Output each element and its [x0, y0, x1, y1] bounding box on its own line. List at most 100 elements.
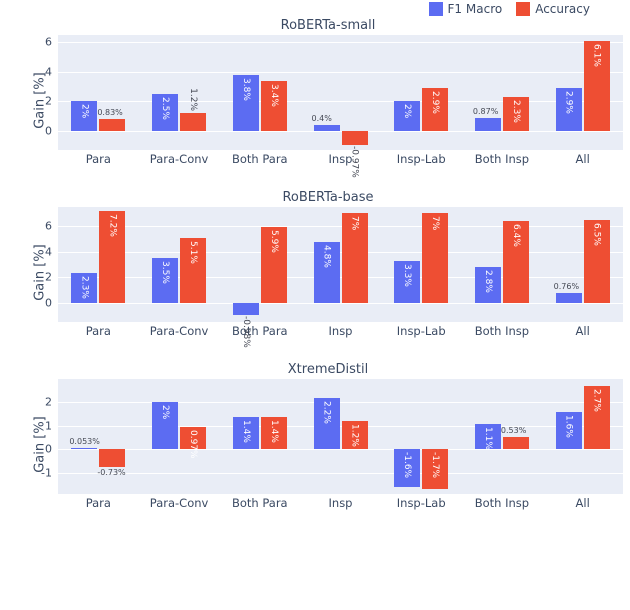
bar-label: 3.8%	[241, 78, 251, 101]
bar-label: -0.97%	[350, 146, 360, 178]
legend-item-f1: F1 Macro	[429, 2, 503, 16]
bar-label: 2.9%	[430, 91, 440, 114]
y-tick: 6	[45, 220, 52, 233]
y-tick: 2	[45, 271, 52, 284]
y-tick: -1	[41, 466, 52, 479]
bar	[180, 113, 206, 131]
legend-swatch-acc	[516, 2, 530, 16]
y-tick: 0	[45, 443, 52, 456]
bar-label: 3.3%	[402, 264, 412, 287]
bar-label: 2%	[79, 104, 89, 118]
legend-label-acc: Accuracy	[535, 2, 590, 16]
bar	[342, 131, 368, 145]
bar-label: 1.4%	[269, 420, 279, 443]
x-tick: Both Para	[232, 152, 288, 166]
x-tick: All	[576, 496, 590, 510]
bar	[314, 125, 340, 131]
bar	[475, 118, 501, 131]
chart-title: RoBERTa-small	[28, 18, 628, 33]
bar-label: 7%	[350, 216, 360, 230]
x-tick: Insp-Lab	[397, 324, 446, 338]
y-tick: 4	[45, 65, 52, 78]
x-tick: Para-Conv	[150, 152, 209, 166]
bar	[71, 448, 97, 449]
bar-label: 6.5%	[592, 223, 602, 246]
bar-label: 0.53%	[501, 426, 526, 435]
bar-label: 2.3%	[79, 276, 89, 299]
plot-area: Gain [%]-1012Para0.053%-0.73%Para-Conv2%…	[58, 379, 623, 494]
x-tick: Para	[86, 324, 111, 338]
legend-swatch-f1	[429, 2, 443, 16]
bar-label: 0.83%	[97, 108, 122, 117]
bar-label: -0.73%	[97, 468, 125, 477]
bar-label: 1.2%	[350, 424, 360, 447]
bar-label: 3.5%	[160, 261, 170, 284]
y-tick: 4	[45, 245, 52, 258]
chart-2: XtremeDistilGain [%]-1012Para0.053%-0.73…	[28, 362, 628, 494]
bar-label: 7%	[430, 216, 440, 230]
y-tick: 2	[45, 95, 52, 108]
y-tick: 1	[45, 419, 52, 432]
bar-label: 2.7%	[592, 389, 602, 412]
bar-label: 0.4%	[312, 114, 332, 123]
x-tick: Insp-Lab	[397, 152, 446, 166]
bar-label: 2%	[402, 104, 412, 118]
x-tick: Insp	[329, 324, 353, 338]
x-tick: Insp	[329, 496, 353, 510]
bar-label: 7.2%	[107, 214, 117, 237]
x-tick: Both Insp	[475, 324, 529, 338]
legend-item-acc: Accuracy	[516, 2, 590, 16]
y-tick: 2	[45, 396, 52, 409]
bar-label: 1.6%	[564, 415, 574, 438]
bar	[556, 293, 582, 303]
bar-label: 0.97%	[188, 430, 198, 459]
bar-label: 1.4%	[241, 420, 251, 443]
bar-label: 2%	[160, 405, 170, 419]
legend: F1 Macro Accuracy	[429, 2, 590, 16]
bar-label: 5.1%	[188, 241, 198, 264]
bar	[99, 119, 125, 131]
bar-label: -1.6%	[402, 452, 412, 478]
x-tick: Para	[86, 496, 111, 510]
x-tick: Insp-Lab	[397, 496, 446, 510]
bar-label: 3.4%	[269, 84, 279, 107]
bar-label: 2.8%	[483, 270, 493, 293]
bar	[233, 303, 259, 316]
y-tick: 6	[45, 36, 52, 49]
chart-1: RoBERTa-baseGain [%]0246Para2.3%7.2%Para…	[28, 190, 628, 322]
x-tick: All	[576, 152, 590, 166]
y-tick: 0	[45, 296, 52, 309]
x-tick: All	[576, 324, 590, 338]
bar-label: 6.4%	[511, 224, 521, 247]
plot-area: Gain [%]0246Para2.3%7.2%Para-Conv3.5%5.1…	[58, 207, 623, 322]
bar-label: 2.5%	[160, 97, 170, 120]
x-tick: Both Insp	[475, 152, 529, 166]
bar-label: 2.9%	[564, 91, 574, 114]
bar-label: 0.76%	[554, 282, 579, 291]
x-tick: Para	[86, 152, 111, 166]
chart-0: RoBERTa-smallGain [%]0246Para2%0.83%Para…	[28, 18, 628, 150]
bar-label: 2.3%	[511, 100, 521, 123]
bar-label: 5.9%	[269, 230, 279, 253]
bar-label: 0.053%	[69, 437, 100, 446]
charts-container: RoBERTa-smallGain [%]0246Para2%0.83%Para…	[0, 18, 630, 534]
x-tick: Both Para	[232, 496, 288, 510]
chart-title: RoBERTa-base	[28, 190, 628, 205]
bar-label: 1.2%	[188, 88, 198, 111]
bar	[503, 437, 529, 449]
x-tick: Both Insp	[475, 496, 529, 510]
bar-label: 0.87%	[473, 107, 498, 116]
bar-label: -1.7%	[430, 452, 440, 478]
x-tick: Para-Conv	[150, 324, 209, 338]
plot-area: Gain [%]0246Para2%0.83%Para-Conv2.5%1.2%…	[58, 35, 623, 150]
bar-label: -0.98%	[241, 316, 251, 348]
bar-label: 1.1%	[483, 427, 493, 450]
x-tick: Para-Conv	[150, 496, 209, 510]
chart-title: XtremeDistil	[28, 362, 628, 377]
bar-label: 4.8%	[322, 245, 332, 268]
bar	[99, 449, 125, 466]
legend-label-f1: F1 Macro	[448, 2, 503, 16]
bar-label: 2.2%	[322, 401, 332, 424]
bar-label: 6.1%	[592, 44, 602, 67]
y-tick: 0	[45, 124, 52, 137]
